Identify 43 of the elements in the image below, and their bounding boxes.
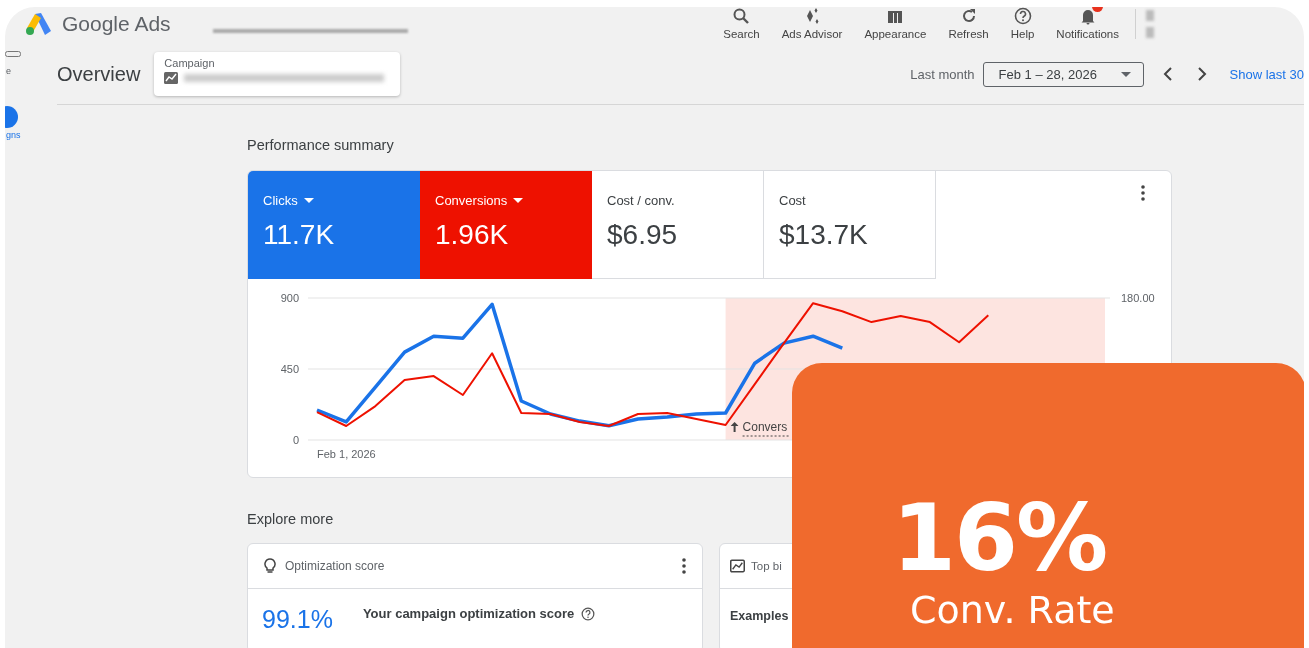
axis-label: 450 [280,363,299,375]
metric-value: $13.7K [779,219,869,251]
toolbar-item-button[interactable]: Appearance [864,7,927,40]
card-title: Top bi [751,560,782,572]
axis-label: 900 [280,292,299,304]
metric-tile[interactable]: Clicks 11.7K [248,171,420,279]
toolbar-item-button[interactable]: Refresh [948,7,989,40]
metric-tile[interactable]: Cost / conv. $6.95 [592,171,764,279]
card-description: Your campaign optimization score [362,606,575,621]
campaign-label: Campaign [164,57,216,69]
show-last-link[interactable]: Show last 30 [1229,66,1304,82]
metric-label: Conversions [435,193,508,208]
card-description: Examples [730,609,789,623]
toolbar-item-button[interactable]: Ads Advisor [781,7,843,40]
metric-value: 11.7K [263,219,336,251]
highlight-label: Conv. Rate [910,591,1115,629]
sidebar-item[interactable]: e [6,66,11,76]
sidebar-item[interactable]: gns [6,106,21,140]
date-preset-label: Last month [910,66,975,82]
section-title: Explore more [247,511,335,527]
toolbar-item-button[interactable]: Help [1010,7,1035,40]
product-name: Google Ads [62,11,171,36]
metric-label: Cost [779,193,806,208]
metric-tile[interactable]: Cost $13.7K [764,171,936,279]
annotation-label: Convers [742,420,792,437]
toolbar-item-button[interactable]: Notifications [1056,7,1119,40]
metric-value: $6.95 [607,219,679,251]
toolbar-search-button[interactable]: Search [723,7,760,40]
campaign-picker[interactable]: Campaign [154,52,401,96]
page-title: Overview [57,62,141,86]
date-range-dropdown[interactable]: Feb 1 – 28, 2026 [982,61,1144,87]
metric-label: Cost / conv. [607,193,675,208]
card-title: Optimization score [285,559,385,573]
metric-tile[interactable]: Conversions 1.96K [420,171,592,279]
metric-label: Clicks [263,193,298,208]
optimization-score-value: 99.1% [262,605,333,634]
metric-value: 1.96K [435,219,510,251]
axis-label: 180.00 [1121,292,1155,304]
section-title: Performance summary [247,137,395,153]
annotation: Convers [742,420,788,434]
highlight-value: 16% [892,493,1107,585]
axis-label: Feb 1, 2026 [317,448,376,460]
axis-label: 0 [292,434,299,446]
